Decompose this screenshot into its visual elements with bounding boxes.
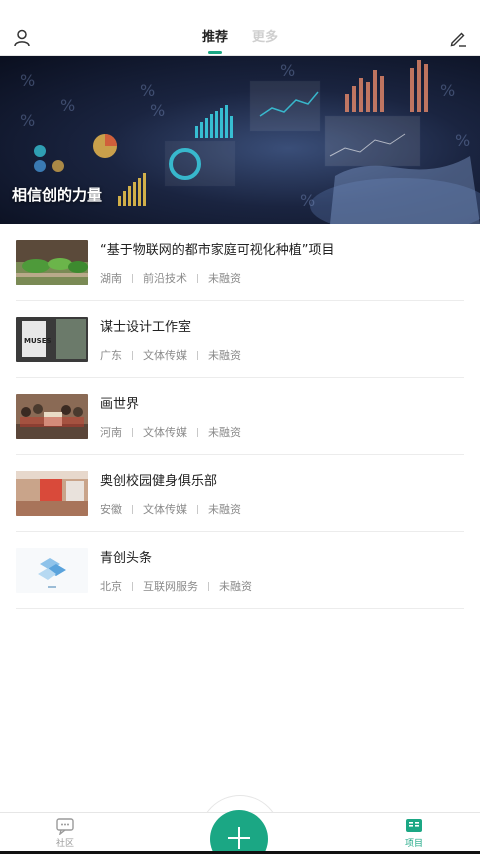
project-item[interactable]: MUSES 谋士设计工作室 广东 文体传媒 未融资 bbox=[16, 301, 464, 378]
project-region: 北京 bbox=[100, 580, 122, 593]
project-item[interactable]: 画世界 河南 文体传媒 未融资 bbox=[16, 378, 464, 455]
project-title: 画世界 bbox=[100, 397, 140, 412]
project-list: “基于物联网的都市家庭可视化种植”项目 湖南 前沿技术 未融资 MUSES 谋士设计… bbox=[16, 224, 464, 609]
meta-divider bbox=[132, 582, 133, 591]
project-industry: 前沿技术 bbox=[143, 272, 187, 285]
tab-more[interactable]: 更多 bbox=[252, 28, 278, 54]
project-thumbnail bbox=[16, 240, 88, 285]
meta-divider bbox=[197, 274, 198, 283]
edit-icon[interactable] bbox=[448, 28, 468, 48]
project-region: 安徽 bbox=[100, 503, 122, 516]
meta-divider bbox=[132, 428, 133, 437]
project-book-icon bbox=[406, 819, 422, 832]
project-industry: 文体传媒 bbox=[143, 426, 187, 439]
project-title: 青创头条 bbox=[100, 551, 153, 566]
project-region: 广东 bbox=[100, 349, 122, 362]
svg-text:%: % bbox=[20, 71, 35, 90]
project-region: 湖南 bbox=[100, 272, 122, 285]
svg-text:%: % bbox=[440, 81, 455, 100]
meta-divider bbox=[197, 351, 198, 360]
svg-text:%: % bbox=[60, 96, 75, 115]
muses-logo-text: MUSES bbox=[24, 337, 52, 345]
svg-text:%: % bbox=[280, 61, 295, 80]
project-meta: 北京 互联网服务 未融资 bbox=[100, 578, 252, 594]
project-meta: 广东 文体传媒 未融资 bbox=[100, 347, 241, 363]
project-funding: 未融资 bbox=[208, 503, 241, 516]
header-tabs: 推荐 更多 bbox=[0, 28, 480, 54]
project-thumbnail bbox=[16, 394, 88, 439]
top-bar: 推荐 更多 bbox=[0, 0, 480, 56]
project-item[interactable]: “基于物联网的都市家庭可视化种植”项目 湖南 前沿技术 未融资 bbox=[16, 224, 464, 301]
meta-divider bbox=[197, 428, 198, 437]
chat-bubble-icon bbox=[56, 818, 74, 835]
project-title: “基于物联网的都市家庭可视化种植”项目 bbox=[100, 243, 335, 258]
svg-text:%: % bbox=[300, 191, 315, 210]
meta-divider bbox=[132, 505, 133, 514]
project-industry: 文体传媒 bbox=[143, 503, 187, 516]
tab-recommended[interactable]: 推荐 bbox=[202, 28, 228, 54]
project-funding: 未融资 bbox=[208, 272, 241, 285]
banner-title: 相信创的力量 bbox=[12, 186, 103, 204]
project-region: 河南 bbox=[100, 426, 122, 439]
project-title: 谋士设计工作室 bbox=[100, 320, 192, 335]
svg-text:%: % bbox=[20, 111, 35, 130]
project-industry: 互联网服务 bbox=[143, 580, 198, 593]
project-thumbnail bbox=[16, 471, 88, 516]
project-title: 奥创校园健身俱乐部 bbox=[100, 474, 218, 489]
svg-text:%: % bbox=[140, 81, 155, 100]
project-item[interactable]: 青创头条 北京 互联网服务 未融资 bbox=[16, 532, 464, 609]
project-funding: 未融资 bbox=[208, 349, 241, 362]
nav-projects-label: 项目 bbox=[404, 839, 423, 849]
project-thumbnail bbox=[16, 548, 88, 593]
project-meta: 湖南 前沿技术 未融资 bbox=[100, 270, 241, 286]
nav-projects[interactable]: 项目 bbox=[384, 817, 444, 849]
svg-text:%: % bbox=[150, 101, 165, 120]
project-industry: 文体传媒 bbox=[143, 349, 187, 362]
meta-divider bbox=[132, 351, 133, 360]
banner[interactable]: %%% %%% %%% 相信创的力量 bbox=[0, 56, 480, 224]
plus-icon bbox=[228, 827, 250, 849]
meta-divider bbox=[208, 582, 209, 591]
project-funding: 未融资 bbox=[219, 580, 252, 593]
nav-community[interactable]: 社区 bbox=[35, 817, 95, 849]
project-meta: 河南 文体传媒 未融资 bbox=[100, 424, 241, 440]
meta-divider bbox=[197, 505, 198, 514]
svg-text:%: % bbox=[455, 131, 470, 150]
project-funding: 未融资 bbox=[208, 426, 241, 439]
project-item[interactable]: 奥创校园健身俱乐部 安徽 文体传媒 未融资 bbox=[16, 455, 464, 532]
project-thumbnail: MUSES bbox=[16, 317, 88, 362]
meta-divider bbox=[132, 274, 133, 283]
project-meta: 安徽 文体传媒 未融资 bbox=[100, 501, 241, 517]
nav-community-label: 社区 bbox=[55, 839, 74, 849]
